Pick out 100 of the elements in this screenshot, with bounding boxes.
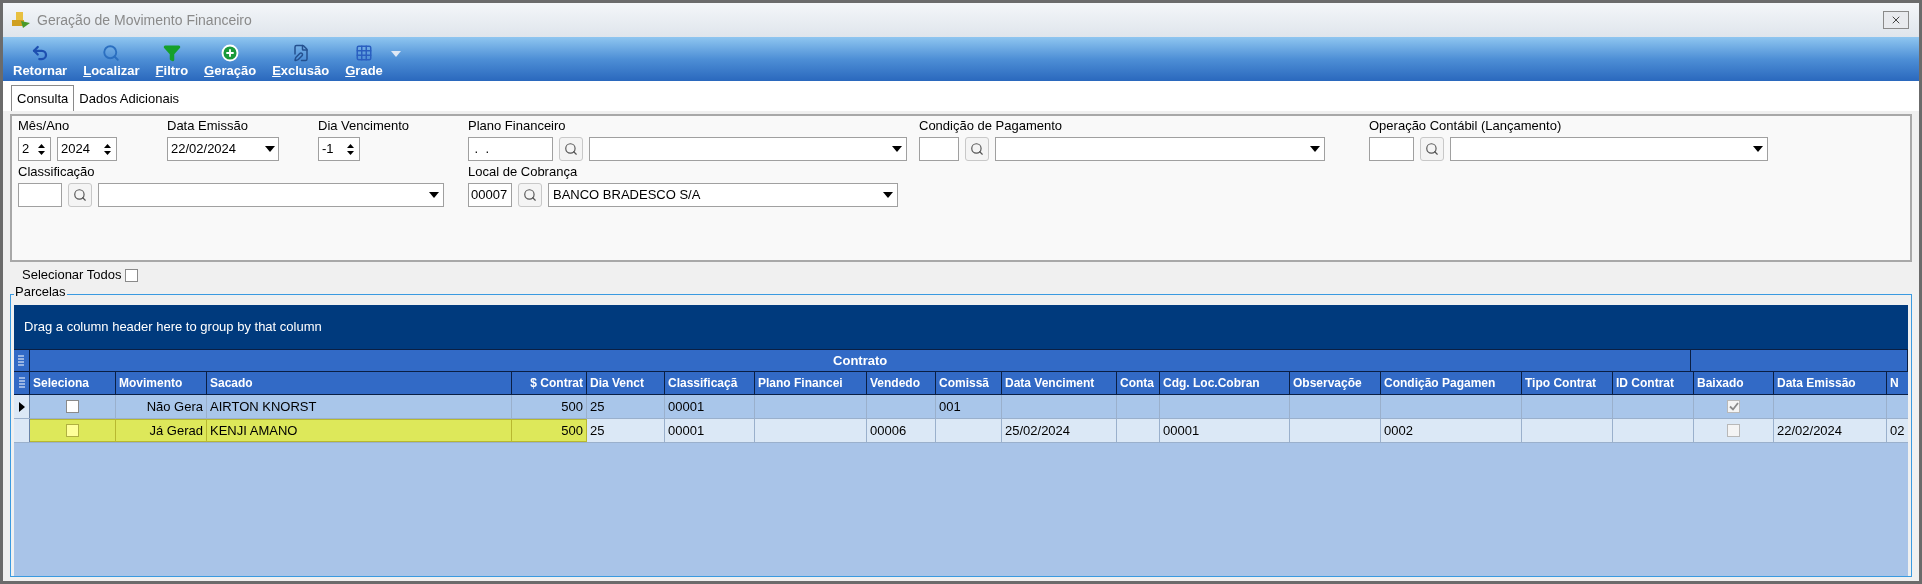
table-cell: 00001 bbox=[1160, 419, 1290, 442]
column-header[interactable]: Tipo Contrat bbox=[1522, 372, 1613, 394]
table-cell: 00006 bbox=[867, 419, 936, 442]
lookup-button[interactable] bbox=[1420, 137, 1444, 161]
field-label: Classificação bbox=[18, 164, 96, 180]
table-cell: 00001 bbox=[665, 395, 755, 418]
code-field[interactable] bbox=[919, 137, 959, 161]
toolbar-button[interactable]: Filtro bbox=[155, 44, 189, 79]
column-header[interactable]: Seleciona bbox=[30, 372, 116, 394]
edit-document-icon bbox=[291, 44, 310, 62]
select-all-label: Selecionar Todos bbox=[22, 266, 122, 285]
code-field[interactable] bbox=[1369, 137, 1414, 161]
column-header[interactable]: Observaçõe bbox=[1290, 372, 1381, 394]
checkbox[interactable] bbox=[66, 400, 79, 413]
search-icon bbox=[523, 188, 537, 202]
dropdown-field[interactable]: BANCO BRADESCO S/A bbox=[548, 183, 898, 207]
lookup-button[interactable] bbox=[559, 137, 583, 161]
field-label: Mês/Ano bbox=[18, 118, 71, 134]
checkbox[interactable] bbox=[1727, 400, 1740, 413]
field-label: Data Emissão bbox=[167, 118, 249, 134]
dropdown-arrow-icon bbox=[429, 192, 439, 198]
column-header[interactable]: Classificaçã bbox=[665, 372, 755, 394]
month-spinner[interactable]: 2 bbox=[18, 137, 51, 161]
lookup-button[interactable] bbox=[68, 183, 92, 207]
field-label: Local de Cobrança bbox=[468, 164, 579, 180]
checkbox[interactable] bbox=[66, 424, 79, 437]
field-label: Condição de Pagamento bbox=[919, 118, 1064, 134]
column-header[interactable]: Baixado bbox=[1694, 372, 1774, 394]
table-cell: 25 bbox=[587, 395, 665, 418]
code-field[interactable]: 00007 bbox=[468, 183, 512, 207]
dropdown-field[interactable] bbox=[589, 137, 907, 161]
code-field[interactable]: . . bbox=[468, 137, 553, 161]
day-spinner[interactable]: -1 bbox=[318, 137, 360, 161]
toolbar-button[interactable]: Grade bbox=[345, 44, 383, 79]
search-icon bbox=[564, 142, 578, 156]
column-header[interactable]: Movimento bbox=[116, 372, 207, 394]
column-header[interactable]: Dia Venct bbox=[587, 372, 665, 394]
spinner-arrows-icon[interactable] bbox=[344, 143, 356, 155]
lookup-button[interactable] bbox=[518, 183, 542, 207]
column-header[interactable]: Sacado bbox=[207, 372, 512, 394]
lookup-button[interactable] bbox=[965, 137, 989, 161]
search-icon bbox=[1425, 142, 1439, 156]
column-header[interactable]: N bbox=[1887, 372, 1908, 394]
column-header[interactable]: Vendedo bbox=[867, 372, 936, 394]
field-label: Operação Contábil (Lançamento) bbox=[1369, 118, 1563, 134]
dropdown-field[interactable] bbox=[1450, 137, 1768, 161]
dropdown-field[interactable] bbox=[995, 137, 1325, 161]
search-icon bbox=[102, 44, 121, 62]
dropdown-arrow-icon bbox=[883, 192, 893, 198]
table-cell: 02 bbox=[1887, 419, 1908, 442]
spinner-arrows-icon[interactable] bbox=[101, 143, 113, 155]
table-cell: Já Gerad bbox=[116, 419, 207, 442]
field-label: Plano Financeiro bbox=[468, 118, 567, 134]
table-cell: 500 bbox=[512, 419, 587, 442]
plus-circle-icon bbox=[221, 44, 240, 62]
year-spinner[interactable]: 2024 bbox=[57, 137, 117, 161]
dropdown-arrow-icon bbox=[1310, 146, 1320, 152]
table-row[interactable]: Não Gera AIRTON KNORST 500 25 00001 001 bbox=[14, 395, 1908, 419]
table-cell: Não Gera bbox=[116, 395, 207, 418]
toolbar-button[interactable]: Retornar bbox=[13, 44, 68, 79]
dropdown-arrow-icon bbox=[265, 146, 275, 152]
code-field[interactable] bbox=[18, 183, 62, 207]
dropdown-arrow-icon bbox=[892, 146, 902, 152]
dropdown-field[interactable] bbox=[98, 183, 444, 207]
row-indicator[interactable] bbox=[14, 395, 30, 418]
column-header[interactable]: Data Venciment bbox=[1002, 372, 1117, 394]
close-icon bbox=[1890, 14, 1902, 26]
column-header[interactable]: Plano Financei bbox=[755, 372, 867, 394]
column-header[interactable]: Condição Pagamen bbox=[1381, 372, 1522, 394]
search-icon bbox=[970, 142, 984, 156]
column-header[interactable]: Cdg. Loc.Cobran bbox=[1160, 372, 1290, 394]
search-icon bbox=[73, 188, 87, 202]
checkbox[interactable] bbox=[1727, 424, 1740, 437]
checkbox[interactable] bbox=[124, 268, 138, 282]
table-row[interactable]: Já Gerad KENJI AMANO 500 25 00001 00006 25/02/2024 00001 0002 22/02/2024 02 bbox=[14, 419, 1908, 443]
table-cell: AIRTON KNORST bbox=[207, 395, 512, 418]
column-header[interactable]: Data Emissão bbox=[1774, 372, 1887, 394]
column-header[interactable]: Conta bbox=[1117, 372, 1160, 394]
window-title: Geração de Movimento Financeiro bbox=[37, 10, 252, 30]
table-cell: 001 bbox=[936, 395, 1002, 418]
spinner-arrows-icon[interactable] bbox=[35, 143, 47, 155]
close-button[interactable] bbox=[1883, 11, 1909, 29]
table-cell: 00001 bbox=[665, 419, 755, 442]
group-title: Parcelas bbox=[14, 285, 67, 299]
dropdown-arrow-icon[interactable] bbox=[390, 51, 401, 57]
date-picker[interactable]: 22/02/2024 bbox=[167, 137, 279, 161]
dropdown-arrow-icon bbox=[1753, 146, 1763, 152]
toolbar-button[interactable]: Geração bbox=[204, 44, 257, 79]
table-cell: 500 bbox=[512, 395, 587, 418]
table-cell: 0002 bbox=[1381, 419, 1522, 442]
toolbar-button[interactable]: Localizar bbox=[83, 44, 140, 79]
grid-icon bbox=[355, 44, 373, 62]
column-header[interactable]: ID Contrat bbox=[1613, 372, 1694, 394]
column-header[interactable]: Comissã bbox=[936, 372, 1002, 394]
toolbar-button[interactable]: Exclusão bbox=[272, 44, 330, 79]
table-cell: 25/02/2024 bbox=[1002, 419, 1117, 442]
column-header[interactable]: $ Contrat bbox=[512, 372, 587, 394]
table-cell: 22/02/2024 bbox=[1774, 419, 1887, 442]
tab[interactable]: Consulta bbox=[11, 85, 75, 111]
group-by-hint: Drag a column header here to group by that column bbox=[24, 318, 322, 337]
